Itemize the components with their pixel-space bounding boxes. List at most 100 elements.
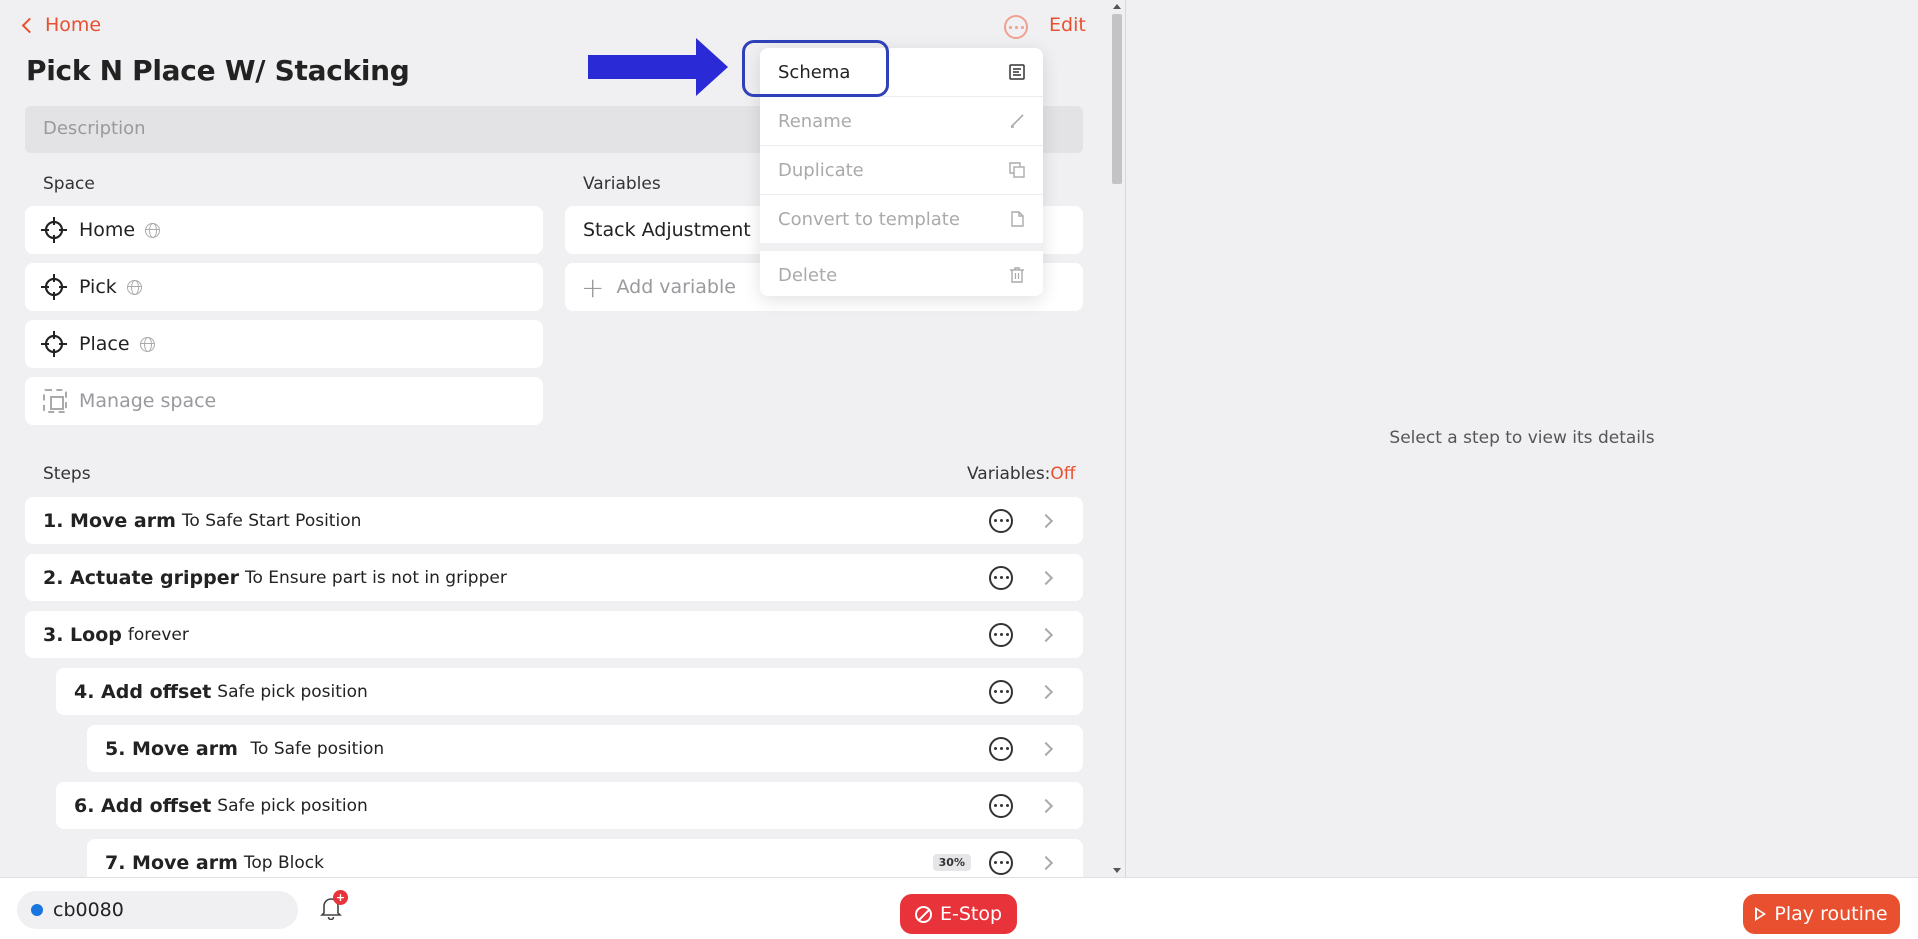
space-item-label: Home [79,219,136,241]
back-label: Home [45,14,102,36]
space-item-pick[interactable]: Pick [25,263,543,311]
annotation-arrow-icon [588,38,728,96]
step-row[interactable]: 7. Move arm Top Block 30% [87,839,1083,877]
step-detail: Safe pick position [217,795,368,816]
step-detail: To Ensure part is not in gripper [244,567,507,588]
chevron-right-icon[interactable] [1038,855,1054,870]
space-item-label: Pick [79,276,117,298]
manage-space-label: Manage space [79,390,217,412]
more-icon[interactable] [989,622,1013,647]
space-section-label: Space [43,174,95,194]
step-row[interactable]: 1. Move arm To Safe Start Position [25,497,1083,544]
copy-icon [1009,162,1025,178]
space-item-label: Place [79,333,130,355]
scroll-down-icon[interactable] [1113,868,1121,873]
variables-toggle-label: Variables: [967,464,1051,484]
globe-icon [145,222,161,238]
more-icon[interactable] [989,508,1013,533]
steps-section-label: Steps [43,464,91,484]
trash-icon [1010,267,1024,283]
chevron-right-icon[interactable] [1038,627,1054,642]
add-variable-label: Add variable [616,276,736,298]
variables-section-label: Variables [583,174,661,194]
robot-selector[interactable]: cb0080 [17,891,298,929]
robot-name: cb0080 [53,899,124,921]
chevron-right-icon[interactable] [1038,798,1054,813]
chevron-right-icon[interactable] [1038,741,1054,756]
globe-icon [126,279,142,295]
more-icon[interactable] [989,565,1013,590]
scrollbar-thumb[interactable] [1112,14,1122,184]
speed-badge: 30% [932,854,971,871]
notification-badge: + [333,890,348,905]
globe-icon [139,336,155,352]
step-detail: Top Block [243,852,324,873]
edit-button[interactable]: Edit [1049,14,1086,36]
back-link[interactable]: Home [20,14,101,36]
menu-item-convert-to-template[interactable]: Convert to template [760,195,1043,243]
step-detail: To Safe Start Position [181,510,362,531]
chevron-left-icon [21,17,38,33]
crosshair-icon [41,331,67,357]
chevron-right-icon[interactable] [1038,513,1054,528]
notifications-button[interactable]: + [320,890,348,921]
step-title: 1. Move arm [43,509,176,532]
space-item-home[interactable]: Home [25,206,543,254]
more-icon[interactable] [989,736,1013,761]
estop-button[interactable]: E-Stop [900,894,1017,934]
file-icon [1011,211,1024,227]
step-row[interactable]: 4. Add offset Safe pick position [56,668,1083,715]
step-row[interactable]: 3. Loop forever [25,611,1083,658]
scroll-up-icon[interactable] [1113,4,1121,9]
step-row[interactable]: 5. Move arm To Safe position [87,725,1083,772]
step-detail-panel: Select a step to view its details [1126,0,1918,877]
more-icon[interactable] [989,850,1013,875]
empty-state-text: Select a step to view its details [1389,427,1655,448]
step-detail: To Safe position [250,738,385,759]
step-title: 2. Actuate gripper [43,566,239,589]
cube-icon [43,389,67,413]
status-dot-icon [31,904,43,916]
schema-icon [1009,64,1025,80]
play-icon [1755,907,1767,921]
vertical-scrollbar[interactable] [1110,0,1125,877]
step-title: 4. Add offset [74,680,212,703]
variables-toggle-value: Off [1050,464,1076,484]
menu-item-label: Delete [778,264,838,286]
step-row[interactable]: 2. Actuate gripper To Ensure part is not… [25,554,1083,601]
menu-item-rename[interactable]: Rename [760,97,1043,145]
plus-icon: + [581,270,605,304]
play-label: Play routine [1774,903,1888,925]
crosshair-icon [41,217,67,243]
step-title: 3. Loop [43,623,122,646]
more-options-icon[interactable] [1004,15,1028,39]
variable-item-label: Stack Adjustment [583,219,751,241]
menu-item-label: Convert to template [778,208,960,230]
menu-item-duplicate[interactable]: Duplicate [760,146,1043,194]
more-icon[interactable] [989,793,1013,818]
chevron-right-icon[interactable] [1038,570,1054,585]
variables-toggle[interactable]: Variables:Off [967,464,1076,484]
play-routine-button[interactable]: Play routine [1743,894,1900,934]
pencil-icon [1010,114,1024,128]
menu-item-label: Rename [778,110,852,132]
menu-item-label: Duplicate [778,159,864,181]
step-title: 5. Move arm [105,737,245,760]
step-detail: Safe pick position [217,681,368,702]
menu-item-delete[interactable]: Delete [760,251,1043,299]
chevron-right-icon[interactable] [1038,684,1054,699]
step-title: 7. Move arm [105,851,238,874]
bottom-bar: cb0080 + E-Stop Play routine [0,877,1918,939]
routine-editor-panel: Home Pick N Place W/ Stacking Edit Descr… [0,0,1110,877]
step-detail: forever [127,624,189,645]
space-item-place[interactable]: Place [25,320,543,368]
page-title: Pick N Place W/ Stacking [26,54,410,87]
annotation-highlight [742,40,889,97]
crosshair-icon [41,274,67,300]
manage-space-button[interactable]: Manage space [25,377,543,425]
step-row[interactable]: 6. Add offset Safe pick position [56,782,1083,829]
stop-icon [914,905,932,923]
more-icon[interactable] [989,679,1013,704]
step-title: 6. Add offset [74,794,212,817]
estop-label: E-Stop [939,903,1003,925]
